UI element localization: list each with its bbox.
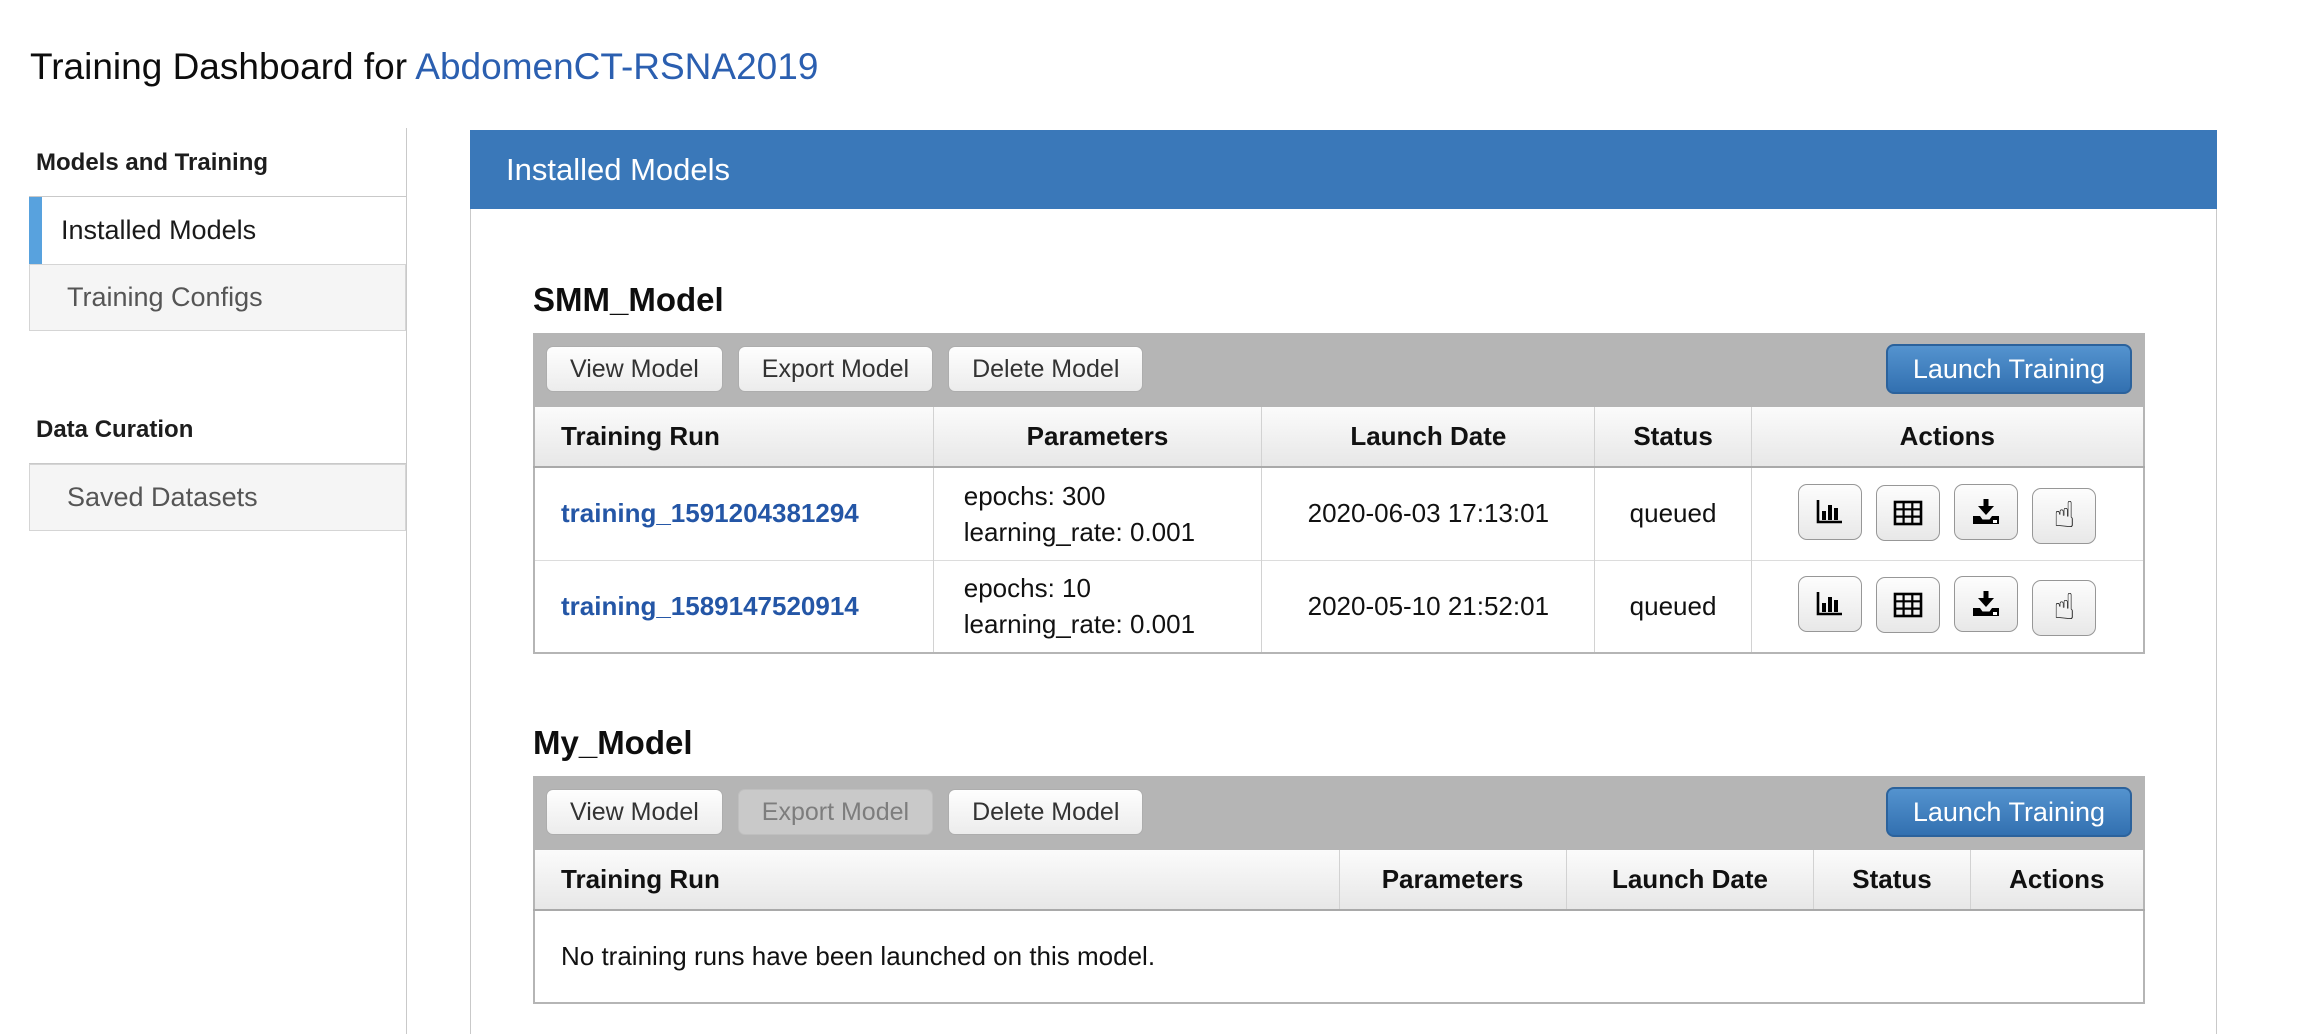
parameter-line: learning_rate: 0.001 bbox=[964, 514, 1261, 550]
training-runs-table: Training RunParametersLaunch DateStatusA… bbox=[533, 848, 2145, 1004]
view-model-button[interactable]: View Model bbox=[546, 789, 723, 835]
sidebar-section-header: Data Curation bbox=[29, 395, 406, 464]
delete-model-button[interactable]: Delete Model bbox=[948, 346, 1143, 392]
bar-chart-icon bbox=[1813, 589, 1847, 619]
bar-chart-action-button[interactable] bbox=[1798, 576, 1862, 632]
column-header-parameters: Parameters bbox=[933, 406, 1261, 467]
table-row: training_1591204381294 epochs: 300learnin… bbox=[534, 467, 2144, 560]
parameter-line: epochs: 10 bbox=[964, 570, 1261, 606]
model-name-heading: SMM_Model bbox=[533, 281, 2145, 319]
training-run-cell: training_1589147520914 bbox=[534, 560, 933, 653]
column-header-training-run: Training Run bbox=[534, 406, 933, 467]
model-name-heading: My_Model bbox=[533, 724, 2145, 762]
actions-cell: ☝ bbox=[1751, 467, 2144, 560]
status-cell: queued bbox=[1595, 560, 1751, 653]
main-panel: Installed Models SMM_Model View Model Expo… bbox=[470, 130, 2217, 1034]
sidebar-section-header: Models and Training bbox=[29, 128, 406, 197]
sidebar-item-label: Saved Datasets bbox=[67, 482, 258, 513]
table-body: No training runs have been launched on t… bbox=[534, 910, 2144, 1003]
table-icon bbox=[1892, 591, 1924, 619]
empty-message-cell: No training runs have been launched on t… bbox=[534, 910, 2144, 1003]
parameter-line: learning_rate: 0.001 bbox=[964, 606, 1261, 642]
column-header-launch-date: Launch Date bbox=[1262, 406, 1595, 467]
view-model-button[interactable]: View Model bbox=[546, 346, 723, 392]
launch-training-button[interactable]: Launch Training bbox=[1886, 344, 2132, 394]
hand-pointer-action-button[interactable]: ☝ bbox=[2032, 580, 2096, 636]
column-header-launch-date: Launch Date bbox=[1566, 849, 1814, 910]
hand-pointer-icon: ☝ bbox=[2053, 590, 2075, 626]
parameters-cell: epochs: 10learning_rate: 0.001 bbox=[933, 560, 1261, 653]
page-title: Training Dashboard for AbdomenCT-RSNA201… bbox=[30, 46, 818, 88]
table-header-row: Training RunParametersLaunch DateStatusA… bbox=[534, 406, 2144, 467]
download-action-button[interactable] bbox=[1954, 576, 2018, 632]
hand-pointer-icon: ☝ bbox=[2053, 498, 2075, 534]
launch-date-cell: 2020-05-10 21:52:01 bbox=[1262, 560, 1595, 653]
sidebar: Models and Training Installed Models Train… bbox=[29, 128, 407, 1034]
column-header-parameters: Parameters bbox=[1339, 849, 1566, 910]
panel-body: SMM_Model View Model Export Model Delete Mo… bbox=[470, 209, 2217, 1034]
column-header-status: Status bbox=[1595, 406, 1751, 467]
parameter-line: epochs: 300 bbox=[964, 478, 1261, 514]
sidebar-item-training-configs[interactable]: Training Configs bbox=[29, 264, 406, 331]
empty-row: No training runs have been launched on t… bbox=[534, 910, 2144, 1003]
training-run-cell: training_1591204381294 bbox=[534, 467, 933, 560]
page-title-prefix: Training Dashboard for bbox=[30, 46, 415, 87]
training-runs-table: Training RunParametersLaunch DateStatusA… bbox=[533, 405, 2145, 654]
column-header-training-run: Training Run bbox=[534, 849, 1339, 910]
table-head: Training RunParametersLaunch DateStatusA… bbox=[534, 406, 2144, 467]
panel-title: Installed Models bbox=[470, 130, 2217, 209]
model-toolbar: View Model Export Model Delete Model Launch… bbox=[533, 776, 2145, 848]
table-head: Training RunParametersLaunch DateStatusA… bbox=[534, 849, 2144, 910]
export-model-button[interactable]: Export Model bbox=[738, 346, 933, 392]
delete-model-button[interactable]: Delete Model bbox=[948, 789, 1143, 835]
bar-chart-action-button[interactable] bbox=[1798, 484, 1862, 540]
table-body: training_1591204381294epochs: 300learnin… bbox=[534, 467, 2144, 653]
model-toolbar: View Model Export Model Delete Model Launch… bbox=[533, 333, 2145, 405]
column-header-status: Status bbox=[1814, 849, 1970, 910]
sidebar-item-installed-models[interactable]: Installed Models bbox=[29, 197, 406, 264]
actions-cell: ☝ bbox=[1751, 560, 2144, 653]
model-section: SMM_Model View Model Export Model Delete Mo… bbox=[533, 281, 2145, 654]
launch-date-cell: 2020-06-03 17:13:01 bbox=[1262, 467, 1595, 560]
column-header-actions: Actions bbox=[1970, 849, 2144, 910]
parameters-cell: epochs: 300learning_rate: 0.001 bbox=[933, 467, 1261, 560]
sidebar-item-label: Installed Models bbox=[61, 215, 256, 246]
model-section: My_Model View Model Export Model Delete Mod… bbox=[533, 724, 2145, 1004]
column-header-actions: Actions bbox=[1751, 406, 2144, 467]
training-run-link[interactable]: training_1589147520914 bbox=[561, 591, 859, 621]
hand-pointer-action-button[interactable]: ☝ bbox=[2032, 488, 2096, 544]
table-action-button[interactable] bbox=[1876, 577, 1940, 633]
export-model-button[interactable]: Export Model bbox=[738, 789, 933, 835]
dataset-link[interactable]: AbdomenCT-RSNA2019 bbox=[415, 46, 818, 87]
sidebar-item-saved-datasets[interactable]: Saved Datasets bbox=[29, 464, 406, 531]
table-header-row: Training RunParametersLaunch DateStatusA… bbox=[534, 849, 2144, 910]
download-icon bbox=[1970, 589, 2002, 619]
table-action-button[interactable] bbox=[1876, 485, 1940, 541]
download-action-button[interactable] bbox=[1954, 484, 2018, 540]
status-cell: queued bbox=[1595, 467, 1751, 560]
table-icon bbox=[1892, 499, 1924, 527]
launch-training-button[interactable]: Launch Training bbox=[1886, 787, 2132, 837]
download-icon bbox=[1970, 497, 2002, 527]
bar-chart-icon bbox=[1813, 497, 1847, 527]
table-row: training_1589147520914 epochs: 10learning… bbox=[534, 560, 2144, 653]
training-run-link[interactable]: training_1591204381294 bbox=[561, 498, 859, 528]
sidebar-item-label: Training Configs bbox=[67, 282, 263, 313]
